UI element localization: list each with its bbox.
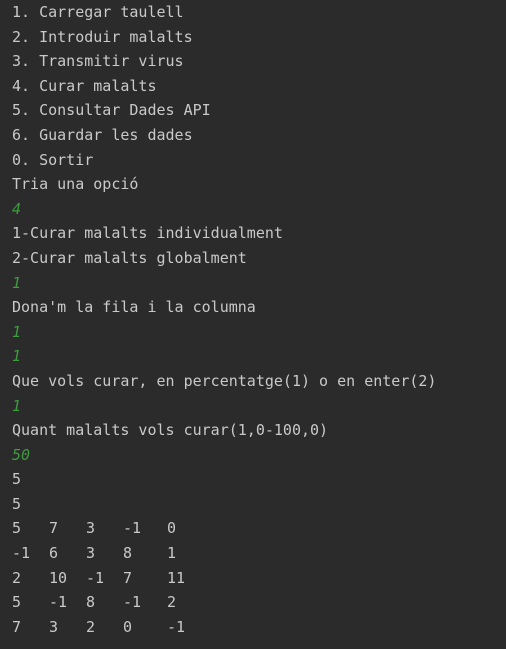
console-output-line: 5 (12, 470, 22, 489)
grid-cell: 3 (49, 617, 59, 636)
console-output-line: 0. Sortir (12, 150, 94, 169)
grid-row: 7 3 2 0 -1 (12, 615, 506, 640)
console-output-line: Quant malalts vols curar(1,0-100,0) (12, 421, 329, 440)
grid-cell: 2 (167, 593, 177, 612)
console-input-line: 1 (12, 396, 22, 415)
grid-cell: 11 (167, 568, 186, 587)
console-output-line: 1-Curar malalts individualment (12, 224, 283, 243)
console-output-line: 2-Curar malalts globalment (12, 248, 247, 267)
grid-cell: -1 (123, 593, 142, 612)
console-output-line: 2. Introduir malalts (12, 27, 193, 46)
console-input-line: 50 (12, 445, 31, 464)
grid-cell: 10 (49, 568, 68, 587)
console-output-line: Tria una opció (12, 175, 139, 194)
console-output-line: 6. Guardar les dades (12, 125, 193, 144)
grid-cell: 3 (86, 544, 96, 563)
grid-cell: 7 (12, 617, 22, 636)
grid-cell: -1 (86, 568, 105, 587)
console-input-line: 1 (12, 273, 22, 292)
grid-cell: 0 (123, 617, 133, 636)
grid-cell: -1 (49, 593, 68, 612)
console-output-line: Dona'm la fila i la columna (12, 298, 256, 317)
board-grid: 5 7 3 -1 0 -1 6 3 8 1 2 10 -1 7 11 5 -1 8 -1 2 7 3 2 0 -1 (12, 516, 506, 639)
console-input-line: 1 (12, 347, 22, 366)
grid-cell: 1 (167, 544, 177, 563)
console-input-line: 1 (12, 322, 22, 341)
grid-cell: 7 (123, 568, 133, 587)
grid-cell: -1 (12, 544, 31, 563)
grid-row: 2 10 -1 7 11 (12, 566, 506, 591)
grid-cell: 5 (12, 519, 22, 538)
console-output-line: 5 (12, 494, 22, 513)
grid-row: 5 -1 8 -1 2 (12, 590, 506, 615)
grid-row: 5 7 3 -1 0 (12, 516, 506, 541)
grid-cell: 7 (49, 519, 59, 538)
grid-cell: 3 (86, 519, 96, 538)
grid-cell: 6 (49, 544, 59, 563)
console-output-line: Que vols curar, en percentatge(1) o en e… (12, 371, 437, 390)
console-output: 1. Carregar taulell 2. Introduir malalts 3… (0, 0, 506, 649)
console-output-line: 4. Curar malalts (12, 76, 157, 95)
grid-cell: 5 (12, 593, 22, 612)
console-output-line: 1. Carregar taulell (12, 3, 184, 21)
grid-cell: 0 (167, 519, 177, 538)
console-input-line: 4 (12, 199, 22, 218)
grid-cell: 8 (123, 544, 133, 563)
console-lines: 1. Carregar taulell 2. Introduir malalts 3… (12, 0, 506, 516)
grid-cell: 2 (12, 568, 22, 587)
console-output-line: 3. Transmitir virus (12, 52, 184, 71)
grid-row: -1 6 3 8 1 (12, 541, 506, 566)
console-output-line: 5. Consultar Dades API (12, 101, 211, 120)
grid-cell: 2 (86, 617, 96, 636)
grid-cell: -1 (167, 617, 186, 636)
grid-cell: 8 (86, 593, 96, 612)
grid-cell: -1 (123, 519, 142, 538)
